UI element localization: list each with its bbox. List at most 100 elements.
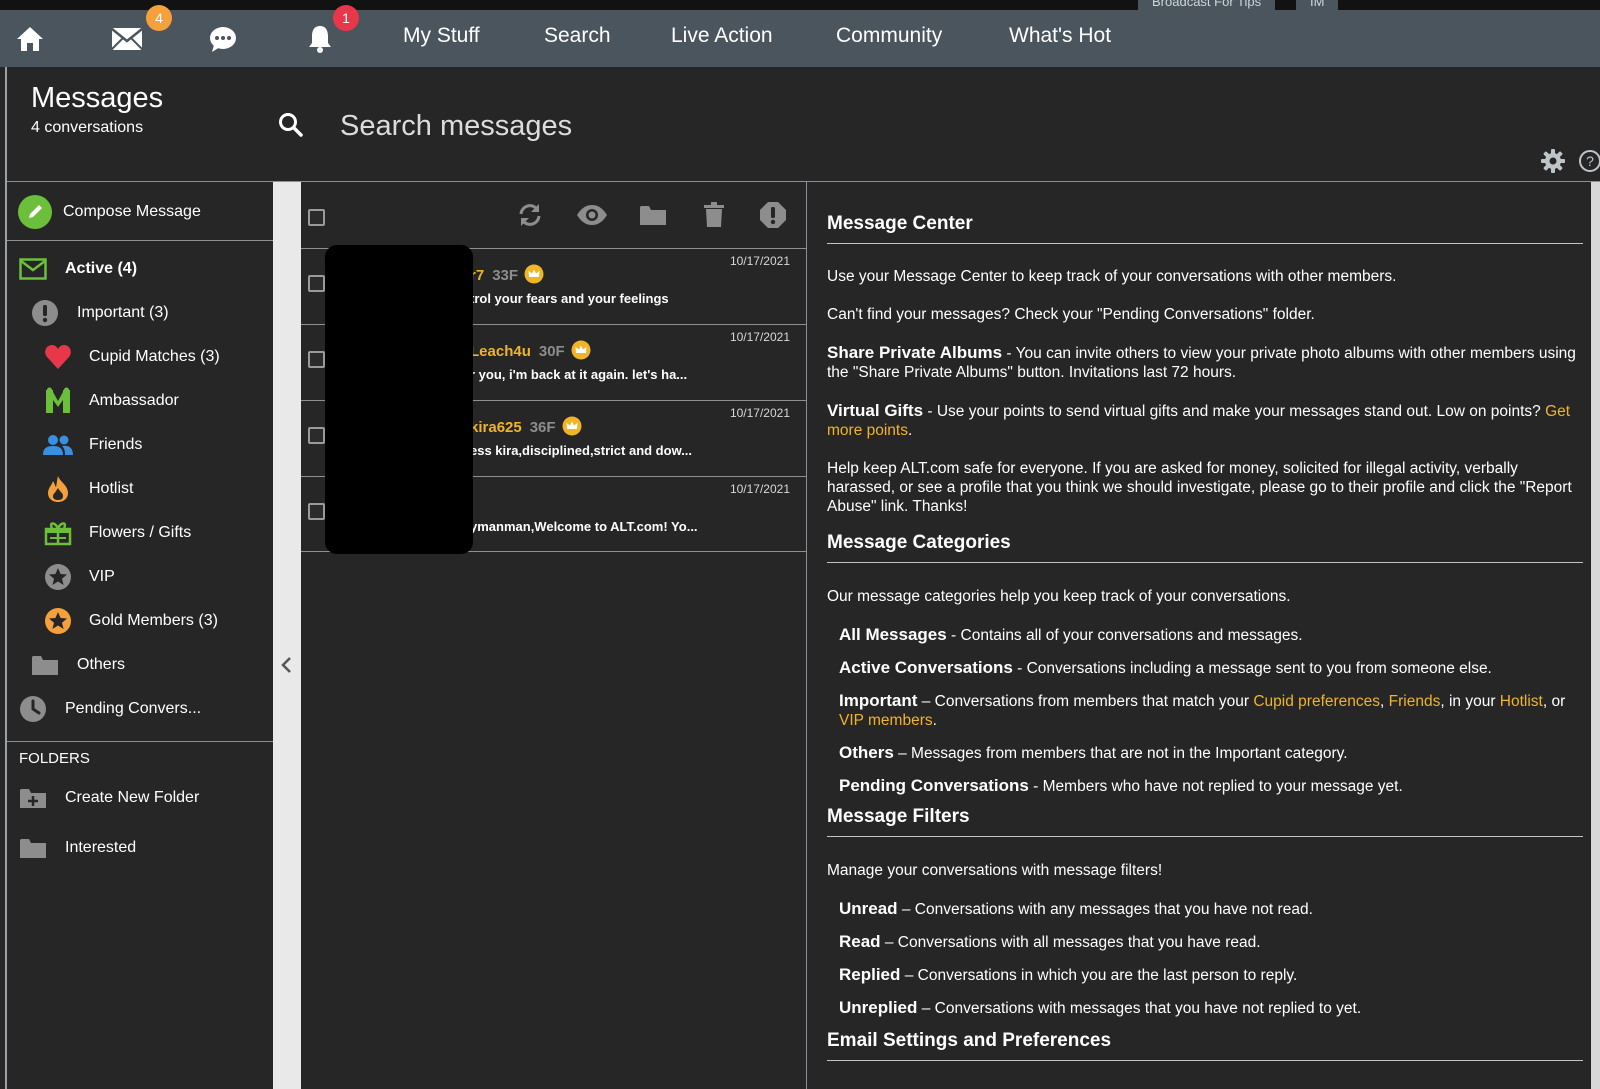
sidebar-item-gold-members[interactable]: Gold Members (3) (7, 601, 273, 641)
sidebar-item-label: Others (77, 656, 126, 673)
gear-icon[interactable] (1540, 148, 1566, 174)
star-icon (43, 562, 73, 592)
compose-label: Compose Message (63, 203, 201, 220)
create-folder-button[interactable]: Create New Folder (7, 778, 273, 818)
message-checkbox[interactable] (308, 275, 325, 292)
select-all-checkbox[interactable] (308, 209, 325, 226)
message-center-heading: Message Center (827, 213, 1583, 244)
search-icon[interactable] (278, 112, 304, 138)
conversation-count: 4 conversations (31, 119, 144, 136)
gold-star-icon (43, 606, 73, 636)
compose-message-button[interactable]: Compose Message (7, 190, 273, 234)
sidebar-item-flowers-gifts[interactable]: Flowers / Gifts (7, 513, 273, 553)
sidebar-item-label: VIP (89, 568, 115, 585)
gift-icon (43, 518, 73, 548)
im-tab[interactable]: IM (1296, 0, 1339, 10)
pencil-icon (18, 195, 52, 229)
sender-age: 30F (538, 343, 565, 360)
virtual-gifts-title: Virtual Gifts (827, 401, 924, 420)
sidebar-item-label: Flowers / Gifts (89, 524, 192, 541)
sidebar-item-friends[interactable]: Friends (7, 425, 273, 465)
folder-label: Interested (65, 839, 137, 856)
category-text: , or (1542, 693, 1566, 710)
hotlist-link[interactable]: Hotlist (1500, 693, 1543, 710)
sidebar: Compose Message Active (4) Important (3)… (7, 182, 273, 1089)
nav-live-action[interactable]: Live Action (671, 24, 773, 48)
filter-text: – Conversations with all messages that y… (880, 934, 1261, 951)
top-strip: Broadcast For Tips IM (0, 0, 1600, 10)
message-snippet: r you, i'm back at it again. let's ha... (470, 367, 688, 382)
sidebar-item-pending[interactable]: Pending Convers... (7, 689, 273, 729)
sidebar-item-label: Friends (89, 436, 143, 453)
sender-age: 33F (492, 267, 519, 284)
nav-community[interactable]: Community (836, 24, 942, 48)
sidebar-item-ambassador[interactable]: Ambassador (7, 381, 273, 421)
category-text: . (932, 712, 937, 729)
sidebar-item-active[interactable]: Active (4) (7, 249, 273, 289)
nav-search[interactable]: Search (544, 24, 611, 48)
bell-icon[interactable] (303, 22, 337, 56)
cupid-preferences-link[interactable]: Cupid preferences (1253, 693, 1380, 710)
sender-name: kira625 36F (470, 416, 582, 436)
filter-title: Read (839, 932, 881, 951)
filter-replied: Replied – Conversations in which you are… (839, 965, 1583, 985)
filter-text: – Conversations with any messages that y… (897, 901, 1313, 918)
filter-unreplied: Unreplied – Conversations with messages … (839, 998, 1583, 1018)
broadcast-tab[interactable]: Broadcast For Tips (1138, 0, 1276, 10)
category-title: Pending Conversations (839, 776, 1029, 795)
sender-username: kira625 (470, 419, 522, 436)
virtual-gifts-text: - Use your points to send virtual gifts … (923, 403, 1546, 420)
report-icon[interactable] (756, 198, 790, 232)
info-scrollbar[interactable] (1591, 182, 1600, 1089)
message-snippet: trol your fears and your feelings (470, 291, 669, 306)
heart-icon (43, 342, 73, 372)
search-messages-input[interactable] (340, 104, 940, 148)
trash-icon[interactable] (697, 198, 731, 232)
sidebar-item-hotlist[interactable]: Hotlist (7, 469, 273, 509)
category-text: , in your (1440, 693, 1500, 710)
collapse-sidebar-toggle[interactable] (273, 182, 301, 1089)
filter-title: Unreplied (839, 998, 918, 1017)
sidebar-item-cupid-matches[interactable]: Cupid Matches (3) (7, 337, 273, 377)
nav-my-stuff[interactable]: My Stuff (403, 24, 480, 48)
sidebar-item-label: Ambassador (89, 392, 179, 409)
nav-whats-hot[interactable]: What's Hot (1009, 24, 1111, 48)
vip-members-link[interactable]: VIP members (839, 712, 933, 729)
help-icon[interactable]: ? (1578, 149, 1600, 173)
chat-icon[interactable] (206, 22, 240, 56)
message-date: 10/17/2021 (729, 406, 790, 420)
flame-icon (43, 474, 73, 504)
sidebar-item-important[interactable]: Important (3) (7, 293, 273, 333)
clock-icon (18, 694, 48, 724)
friends-link[interactable]: Friends (1389, 693, 1441, 710)
sidebar-item-label: Pending Convers... (65, 700, 202, 717)
home-icon[interactable] (13, 22, 47, 56)
sidebar-item-label: Important (3) (77, 304, 169, 321)
category-title: All Messages (839, 625, 947, 644)
move-folder-icon[interactable] (636, 198, 670, 232)
sidebar-item-vip[interactable]: VIP (7, 557, 273, 597)
sidebar-item-others[interactable]: Others (7, 645, 273, 685)
filter-title: Replied (839, 965, 901, 984)
message-date: 10/17/2021 (729, 254, 790, 268)
message-snippet: ess kira,disciplined,strict and dow... (470, 443, 693, 458)
filter-text: – Conversations in which you are the las… (900, 967, 1298, 984)
friends-icon (43, 430, 73, 460)
page-title: Messages (31, 82, 164, 114)
sidebar-item-label: Active (4) (65, 260, 138, 277)
message-filters-heading: Message Filters (827, 806, 1583, 837)
category-text: - Conversations including a message sent… (1012, 660, 1492, 677)
folder-icon (30, 650, 60, 680)
refresh-icon[interactable] (513, 198, 547, 232)
notification-badge: 1 (333, 5, 359, 31)
message-checkbox[interactable] (308, 503, 325, 520)
message-snippet: ymanman,Welcome to ALT.com! Yo... (470, 519, 698, 534)
virtual-gifts-paragraph: Virtual Gifts - Use your points to send … (827, 401, 1571, 439)
mail-icon[interactable] (110, 22, 144, 56)
message-checkbox[interactable] (308, 351, 325, 368)
mark-read-eye-icon[interactable] (575, 198, 609, 232)
category-others: Others – Messages from members that are … (839, 743, 1583, 763)
mail-badge: 4 (146, 5, 172, 31)
message-checkbox[interactable] (308, 427, 325, 444)
folder-item-interested[interactable]: Interested (7, 828, 273, 868)
